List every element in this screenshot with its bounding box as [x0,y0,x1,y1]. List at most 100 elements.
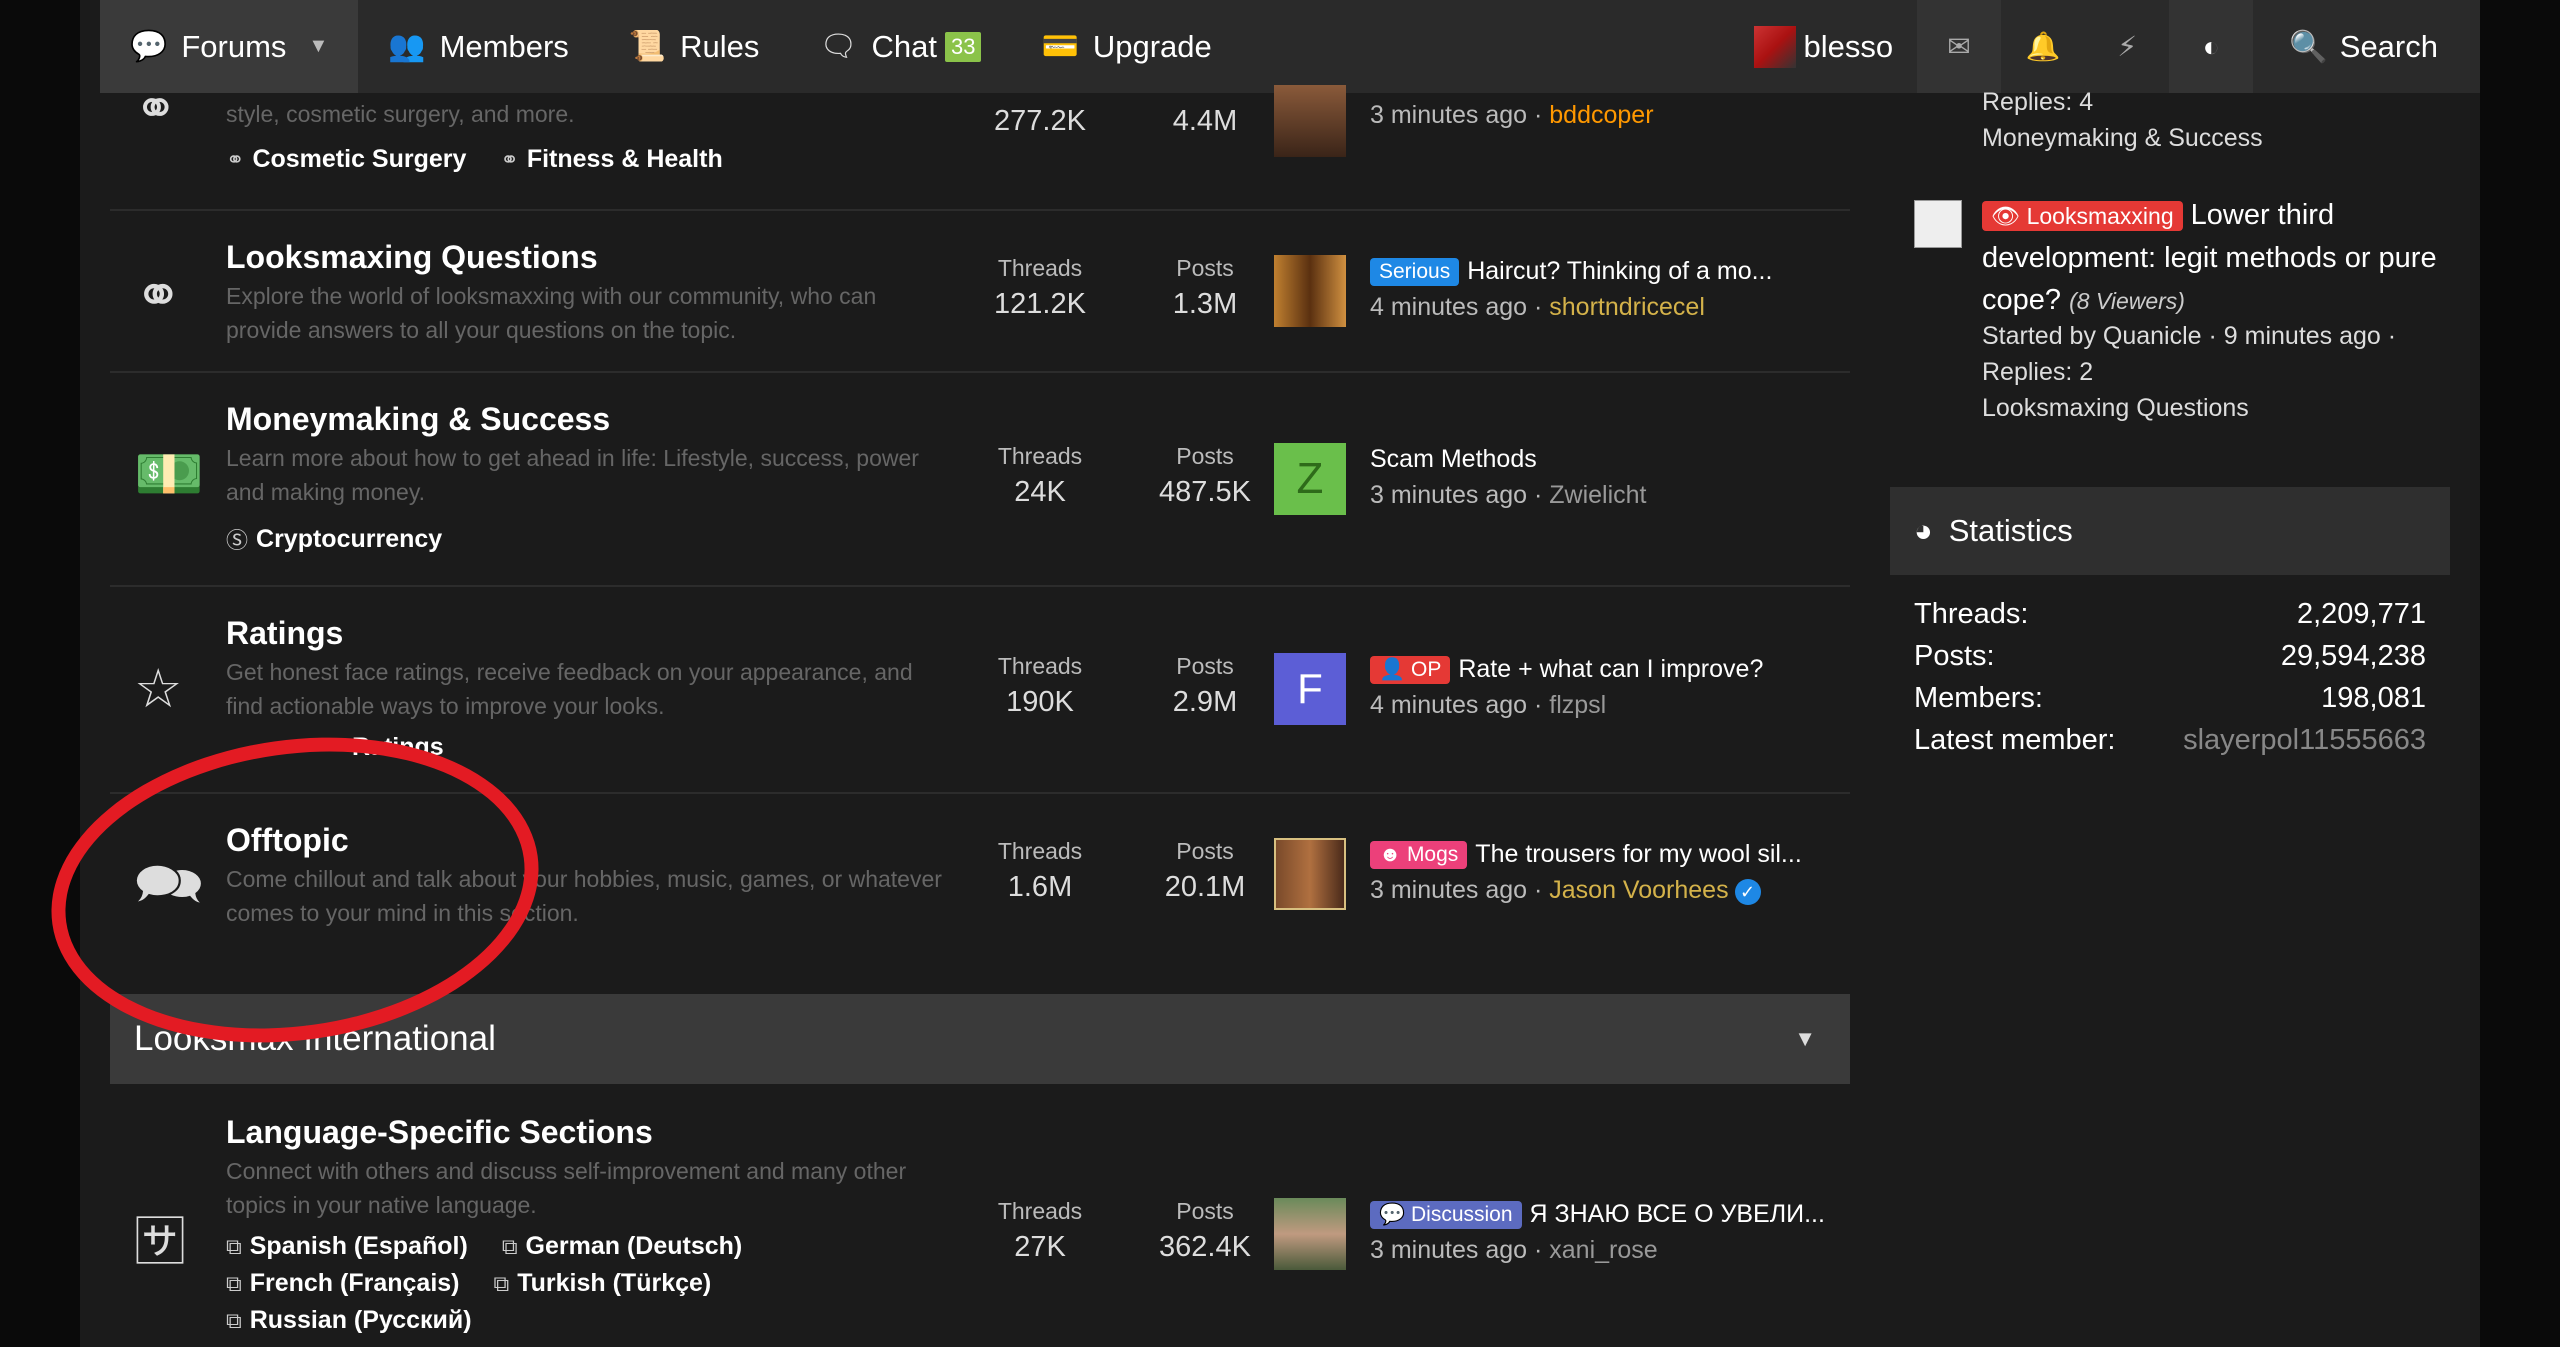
threads-count: 277.2K [994,105,1086,137]
statistics-list: Threads: 2,209,771 Posts: 29,594,238 Membe… [1914,593,2426,761]
subforum-link[interactable]: ⧉ Russian (Русский) [226,1306,472,1335]
posts-count: 362.4K [1159,1231,1251,1263]
chevron-down-icon[interactable]: ▼ [308,35,328,58]
category-header[interactable]: Looksmax International ▼ [110,994,1850,1084]
avatar[interactable] [1274,1198,1346,1270]
copy-icon: ⧉ [493,1270,510,1296]
posts-label: Posts [1176,653,1234,679]
avatar[interactable]: Z [1274,443,1346,515]
forum-row[interactable]: 🈂 Language-Specific Sections Connect wit… [110,1084,1850,1347]
forum-title[interactable]: Ratings [226,615,343,652]
theme-toggle-button[interactable]: ◐ [2169,0,2254,93]
subforum-link[interactable]: ⧉ French (Français) [226,1269,460,1298]
forum-title[interactable]: Offtopic [226,822,349,859]
members-icon: 👥 [388,30,426,63]
last-post-title[interactable]: Serious Haircut? Thinking of a mo... [1370,257,1772,286]
alerts-button[interactable]: 🔔 [2001,0,2086,93]
posts-count: 2.9M [1172,686,1238,718]
bell-icon: 🔔 [2025,31,2061,62]
posts-label: Posts [1176,838,1234,864]
forum-title[interactable]: Language-Specific Sections [226,1114,653,1151]
nav-upgrade-label: Upgrade [1092,28,1212,64]
forum-row[interactable]: ☆ Ratings Get honest face ratings, recei… [110,587,1850,794]
posts-label: Posts [1176,1198,1234,1224]
subforum-link[interactable]: Ratings [352,733,444,762]
avatar[interactable]: F [1274,653,1346,725]
nav-members[interactable]: 👥 Members [358,0,599,93]
thread-prefix-tag: 👁 Looksmaxxing [1982,201,2183,231]
search-icon: 🔍 [2289,29,2328,64]
latest-member-link[interactable]: slayerpol11555663 [2183,724,2426,757]
last-post-title[interactable]: 💬 Discussion Я ЗНАЮ ВСЕ О УВЕЛИ... [1370,1200,1825,1229]
subforum-link[interactable]: ⚭ Fitness & Health [500,145,722,174]
user-menu[interactable]: blesso [1730,0,1918,93]
sidebar-thread-forum[interactable]: Moneymaking & Success [1982,124,2263,153]
nav-chat-label: Chat [871,28,937,64]
subforum-link[interactable]: ⧉ German (Deutsch) [502,1232,742,1261]
last-post-user[interactable]: shortndricecel [1549,293,1705,321]
forum-row[interactable]: ⚭ style, cosmetic surgery, and more. ⚭ Co… [110,80,1850,211]
username: blesso [1803,28,1894,64]
thread-prefix-tag: 💬 Discussion [1370,1200,1522,1229]
avatar[interactable] [1274,838,1346,910]
forum-row[interactable]: 🗪 Offtopic Come chillout and talk about … [110,794,1850,994]
chat-count-badge: 33 [945,31,982,62]
threads-label: Threads [997,443,1083,469]
stars-icon: ☆ [134,659,183,719]
coin-icon: Ⓢ [226,528,249,553]
threads-count: 27K [1014,1231,1066,1263]
sidebar-thread-title[interactable]: 👁 Looksmaxxing Lower third development: l… [1982,194,2442,322]
last-post-meta: 3 minutes ago · xani_rose [1370,1236,1658,1264]
last-post-user[interactable]: Jason Voorhees [1549,876,1728,904]
forum-row[interactable]: ⚭ Looksmaxing Questions Explore the worl… [110,211,1850,373]
threads-label: Threads [997,838,1083,864]
subforum-link[interactable]: Ⓢ Cryptocurrency [226,523,442,555]
nav-rules[interactable]: 📜 Rules [599,0,790,93]
threads-count: 1.6M [1007,871,1073,903]
last-post-user[interactable]: xani_rose [1549,1236,1657,1264]
forums-icon: 💬 [130,30,168,63]
forum-row[interactable]: 💵 Moneymaking & Success Learn more about… [110,373,1850,587]
collapse-icon[interactable]: ▼ [1794,1026,1816,1052]
whats-new-button[interactable]: ⚡ [2085,0,2170,93]
avatar[interactable] [1274,255,1346,327]
subforum-link[interactable]: ⧉ Spanish (Español) [226,1232,468,1261]
bolt-icon: ⚡ [2117,31,2137,62]
search-button[interactable]: 🔍 Search [2253,0,2480,93]
last-post-title[interactable]: ☻ Mogs The trousers for my wool sil... [1370,840,1802,869]
credit-card-icon: 💳 [1041,30,1079,63]
last-post-meta: 3 minutes ago · bddcoper [1370,101,1654,129]
forum-title[interactable]: Looksmaxing Questions [226,239,598,276]
last-post-title[interactable]: 👤 OP Rate + what can I improve? [1370,655,1763,684]
thread-prefix-tag: 👤 OP [1370,655,1451,684]
statistics-title: Statistics [1948,513,2073,548]
forum-description: Explore the world of looksmaxxing with o… [226,283,877,343]
chat-icon: 🗨 [819,30,858,63]
avatar[interactable] [1914,200,1962,248]
last-post-meta: 4 minutes ago · flzpsl [1370,691,1607,719]
top-navigation: 💬 Forums ▼ 👥 Members 📜 Rules 🗨 Chat 33 💳… [100,0,2480,93]
money-icon: 💵 [134,442,204,505]
last-post-title[interactable]: Scam Methods [1370,445,1537,474]
inbox-button[interactable]: ✉ [1917,0,2002,93]
stat-row-members: Members: 198,081 [1914,681,2426,714]
chat-bubbles-icon: 🗪 [134,852,204,915]
sidebar-thread-forum[interactable]: Looksmaxing Questions [1982,394,2249,423]
copy-icon: ⧉ [226,1307,242,1333]
threads-label: Threads [997,255,1083,281]
avatar[interactable] [1274,85,1346,157]
last-post-user[interactable]: bddcoper [1549,101,1653,129]
threads-label: Threads [997,653,1083,679]
last-post-user[interactable]: Zwielicht [1549,481,1646,509]
nav-upgrade[interactable]: 💳 Upgrade [1011,0,1241,93]
posts-count: 4.4M [1172,105,1238,137]
subforum-link[interactable]: ⧉ Turkish (Türkçe) [494,1269,712,1298]
forum-title[interactable]: Moneymaking & Success [226,401,610,438]
last-post-meta: 4 minutes ago · shortndricecel [1370,293,1705,321]
forum-description: Connect with others and discuss self-imp… [226,1158,907,1218]
stat-row-posts: Posts: 29,594,238 [1914,639,2426,672]
last-post-user[interactable]: flzpsl [1549,691,1606,719]
subforum-link[interactable]: ⚭ Cosmetic Surgery [226,145,466,174]
nav-chat[interactable]: 🗨 Chat 33 [789,0,1011,93]
nav-members-label: Members [439,28,569,64]
